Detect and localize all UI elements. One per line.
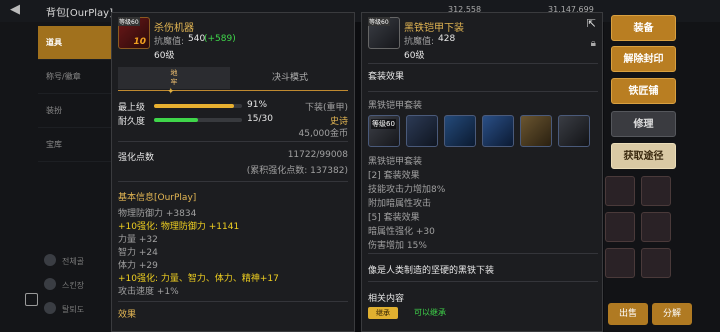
tab-underline	[118, 90, 348, 91]
inventory-slot[interactable]	[641, 212, 671, 242]
item-level: 60级	[154, 51, 175, 61]
disassemble-button[interactable]: 分解	[652, 303, 692, 325]
blacksmith-button[interactable]: 铁匠铺	[611, 78, 676, 104]
inventory-slot[interactable]	[641, 176, 671, 206]
tab-vault[interactable]: 宝库	[38, 128, 112, 162]
tab-avatar[interactable]: 装扮	[38, 94, 112, 128]
tab-dungeon[interactable]: 地 牢	[118, 67, 230, 89]
enhance-label: 强化点数	[118, 153, 155, 163]
set-effect-line: [5] 套装效果	[368, 213, 420, 223]
item-level: 60级	[404, 51, 425, 61]
sidebar-label: 스킨장	[62, 281, 85, 290]
stat-line: 智力 +24	[118, 248, 158, 258]
inherit-text: 可以继承	[414, 308, 446, 317]
item-description: 像是人类制造的坚硬的黑铁下装	[368, 266, 495, 276]
sidebar-circle-icon	[44, 254, 56, 266]
stat-line: 体力 +29	[118, 261, 158, 271]
divider	[368, 91, 598, 92]
set-effect-line: 伤害增加 15%	[368, 241, 427, 251]
divider	[368, 253, 598, 254]
max-level-label: 最上级	[118, 103, 146, 113]
set-piece-icon[interactable]	[520, 115, 552, 147]
set-piece-icon[interactable]: 等级60	[368, 115, 400, 147]
max-level-pct: 91%	[247, 100, 268, 110]
item-price: 45,000金币	[298, 129, 349, 139]
durability-value: 15/30	[247, 114, 273, 124]
durability-bar	[154, 118, 242, 122]
set-piece-icon[interactable]	[406, 115, 438, 147]
inventory-item-tooltip: 等级60 黑铁铠甲下装 抗魔值: 428 60级 ⇱ 🔒︎ 套装效果 黑铁铠甲套…	[361, 12, 603, 332]
effect-title: 效果	[118, 310, 137, 320]
item-name: 黑铁铠甲下装	[404, 23, 464, 34]
set-piece-icon[interactable]	[558, 115, 590, 147]
sell-button[interactable]: 出售	[608, 303, 648, 325]
related-title: 相关内容	[368, 294, 405, 304]
back-arrow-icon[interactable]: ◀	[10, 2, 20, 17]
basic-info-title: 基本信息[OurPlay]	[118, 193, 197, 203]
durability-bar-fill	[154, 118, 198, 122]
icon-level-badge: 等级60	[118, 17, 140, 26]
share-icon[interactable]: ⇱	[587, 17, 596, 30]
set-piece-level: 等级60	[371, 119, 396, 129]
stat-line: 力量 +32	[118, 235, 158, 245]
set-effect-line: 暗属性强化 +30	[368, 227, 435, 237]
sidebar-label: 전체골	[62, 257, 85, 266]
inventory-slot[interactable]	[605, 212, 635, 242]
enhance-accumulated: (累积强化点数: 137382)	[246, 166, 348, 176]
durability-label: 耐久度	[118, 117, 146, 127]
inventory-slot[interactable]	[605, 176, 635, 206]
tab-titles[interactable]: 称号/徽章	[38, 60, 112, 94]
set-name-2: 黑铁铠甲套装	[368, 157, 423, 167]
set-piece-icon[interactable]	[482, 115, 514, 147]
divider	[118, 181, 348, 182]
sidebar-circle-icon	[44, 278, 56, 290]
max-level-bar	[154, 104, 242, 108]
sidebar-label: 탈퇴도	[62, 305, 85, 314]
power-label: 抗魔值:	[154, 37, 185, 47]
item-icon-black-iron-legs: 等级60	[368, 17, 400, 49]
set-piece-icon[interactable]	[444, 115, 476, 147]
divider	[368, 63, 598, 64]
star-icon: ✦	[167, 87, 175, 97]
set-effect-line: 附加暗属性攻击	[368, 199, 432, 209]
max-level-bar-fill	[154, 104, 235, 108]
select-checkbox[interactable]	[25, 293, 38, 306]
stat-line: 攻击速度 +1%	[118, 287, 179, 297]
inventory-title: 背包[OurPlay]	[46, 8, 113, 19]
divider	[368, 281, 598, 282]
unseal-button[interactable]: 解除封印	[611, 46, 676, 72]
item-icon-killing-machine: 等级60 10	[118, 17, 150, 49]
icon-level-badge: 等级60	[368, 17, 390, 26]
inventory-slot[interactable]	[605, 248, 635, 278]
slot-type: 下装(重甲)	[304, 103, 348, 113]
power-bonus: (+589)	[204, 34, 236, 44]
enhance-value: 11722/99008	[287, 150, 348, 160]
inherit-badge: 继承	[368, 307, 398, 319]
inventory-slot[interactable]	[641, 248, 671, 278]
tab-items[interactable]: 道具	[38, 26, 112, 60]
equipped-item-tooltip: 等级60 10 杀伤机器 抗魔值: 540 (+589) 60级 地 牢 决斗模…	[111, 12, 355, 332]
icon-plus-badge: 10	[133, 37, 146, 47]
set-effect-title: 套装效果	[368, 72, 405, 82]
stat-line: +10强化: 力量、智力、体力、精神+17	[118, 274, 279, 284]
divider	[118, 301, 348, 302]
tab-pvp[interactable]: 决斗模式	[232, 67, 348, 89]
repair-button[interactable]: 修理	[611, 111, 676, 137]
obtain-route-button[interactable]: 获取途径	[611, 143, 676, 169]
sidebar-circle-icon	[44, 302, 56, 314]
power-label: 抗魔值:	[404, 37, 435, 47]
stat-line: +10强化: 物理防御力 +1141	[118, 222, 240, 232]
lock-icon[interactable]: 🔒︎	[591, 38, 596, 49]
item-name: 杀伤机器	[154, 23, 194, 34]
set-effect-line: 技能攻击力增加8%	[368, 185, 446, 195]
divider	[118, 141, 348, 142]
power-value: 428	[438, 34, 456, 44]
equip-button[interactable]: 装备	[611, 15, 676, 41]
set-effect-line: [2] 套装效果	[368, 171, 420, 181]
power-value: 540	[188, 34, 206, 44]
set-name: 黑铁铠甲套装	[368, 101, 423, 111]
stat-line: 物理防御力 +3834	[118, 209, 197, 219]
